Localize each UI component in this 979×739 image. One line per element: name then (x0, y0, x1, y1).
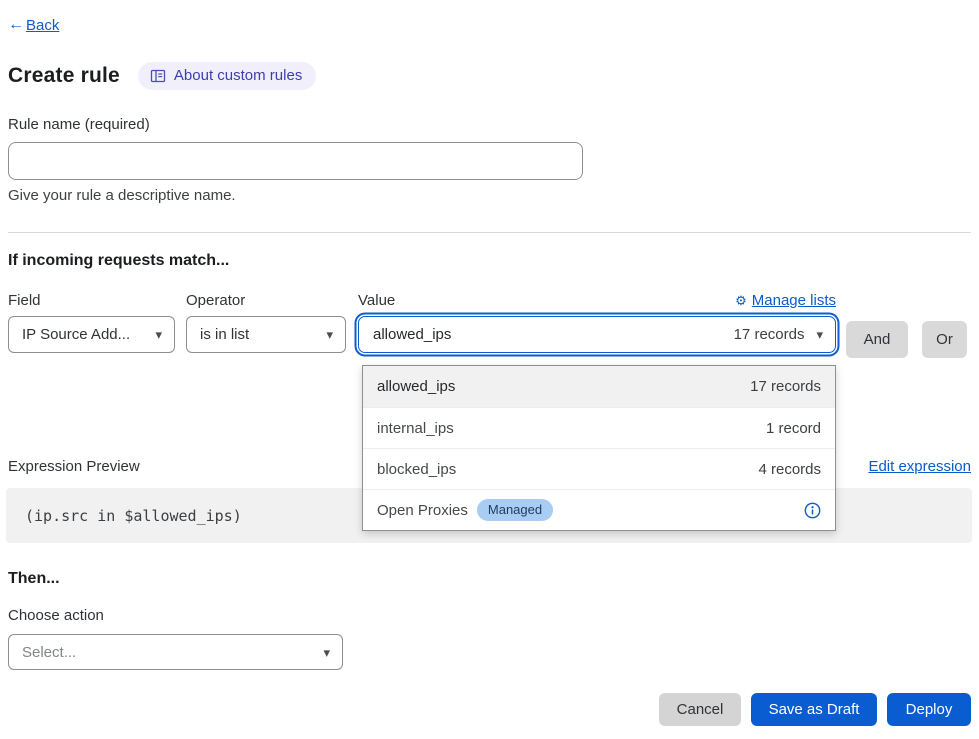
list-option-internal-ips[interactable]: internal_ips 1 record (363, 407, 835, 448)
field-label: Field (8, 292, 175, 309)
option-meta: 1 record (766, 420, 821, 437)
value-select-value: allowed_ips (373, 326, 451, 343)
rule-name-label: Rule name (required) (8, 116, 971, 133)
back-label: Back (26, 17, 59, 34)
value-label: Value (358, 292, 395, 309)
field-select-value: IP Source Add... (22, 326, 130, 343)
field-select[interactable]: IP Source Add... ▾ (8, 316, 175, 353)
rule-name-helper: Give your rule a descriptive name. (8, 187, 971, 204)
choose-action-label: Choose action (8, 607, 971, 624)
about-pill-label: About custom rules (174, 67, 302, 84)
page-title: Create rule (8, 64, 120, 88)
option-meta: 4 records (758, 461, 821, 478)
chevron-down-icon: ▾ (155, 328, 162, 341)
chevron-down-icon: ▾ (323, 646, 330, 659)
title-row: Create rule About custom rules (8, 62, 971, 90)
option-name: blocked_ips (377, 461, 456, 478)
condition-row: Field IP Source Add... ▾ Operator is in … (8, 292, 971, 358)
expression-code: (ip.src in $allowed_ips) (25, 507, 242, 525)
list-dropdown-panel: allowed_ips 17 records internal_ips 1 re… (362, 365, 836, 531)
back-button[interactable]: ←Back (8, 16, 59, 34)
rule-name-input[interactable] (8, 142, 583, 180)
or-button[interactable]: Or (922, 321, 967, 358)
back-arrow-icon: ← (8, 16, 24, 34)
then-section-heading: Then... (8, 570, 971, 588)
operator-select[interactable]: is in list ▾ (186, 316, 346, 353)
list-option-open-proxies[interactable]: Open Proxies Managed (363, 489, 835, 530)
action-select[interactable]: Select... ▾ (8, 634, 343, 670)
manage-lists-label: Manage lists (752, 292, 836, 309)
match-section-heading: If incoming requests match... (8, 252, 971, 270)
footer-actions: Cancel Save as Draft Deploy (8, 693, 971, 726)
action-select-placeholder: Select... (22, 644, 76, 661)
cancel-button[interactable]: Cancel (659, 693, 741, 726)
and-button[interactable]: And (846, 321, 908, 358)
option-name: Open Proxies (377, 502, 468, 519)
value-select[interactable]: allowed_ips 17 records ▾ (358, 316, 836, 353)
operator-select-value: is in list (200, 326, 249, 343)
operator-label: Operator (186, 292, 346, 309)
option-meta: 17 records (750, 378, 821, 395)
save-as-draft-button[interactable]: Save as Draft (751, 693, 877, 726)
edit-expression-link[interactable]: Edit expression (868, 458, 971, 475)
book-icon (150, 68, 166, 84)
option-name: internal_ips (377, 420, 454, 437)
list-option-blocked-ips[interactable]: blocked_ips 4 records (363, 448, 835, 489)
expression-preview-label: Expression Preview (8, 458, 140, 475)
section-divider (8, 232, 971, 233)
info-icon[interactable] (804, 502, 821, 519)
list-option-allowed-ips[interactable]: allowed_ips 17 records (363, 366, 835, 407)
about-custom-rules-link[interactable]: About custom rules (138, 62, 316, 90)
create-rule-page: ←Back Create rule About custom rules Rul… (0, 0, 979, 739)
deploy-button[interactable]: Deploy (887, 693, 971, 726)
gear-icon: ⚙ (735, 293, 747, 309)
chevron-down-icon: ▾ (326, 328, 333, 341)
back-row: ←Back (8, 0, 971, 34)
chevron-down-icon: ▾ (816, 328, 823, 341)
managed-badge: Managed (477, 499, 553, 521)
manage-lists-link[interactable]: ⚙ Manage lists (735, 292, 836, 309)
value-select-meta: 17 records (734, 326, 805, 343)
option-name: allowed_ips (377, 378, 455, 395)
